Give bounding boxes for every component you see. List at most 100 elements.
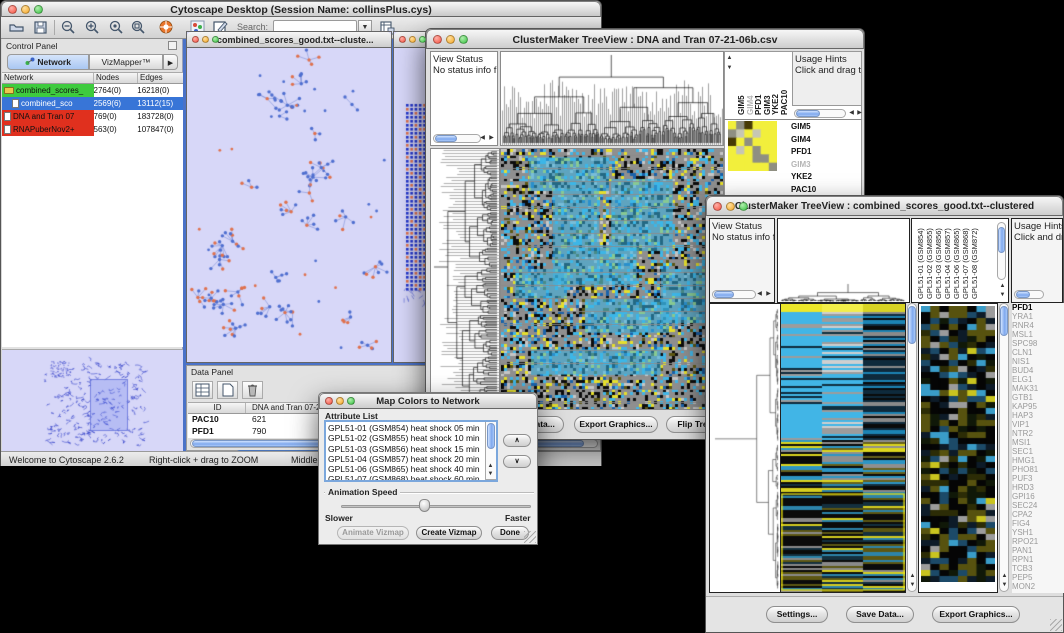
tv2-row-dendrogram-canvas[interactable] [710, 304, 780, 592]
save-data-button[interactable]: Save Data... [846, 606, 914, 623]
table-grid-icon[interactable] [192, 381, 213, 399]
close-button[interactable] [433, 35, 442, 44]
main-titlebar[interactable]: Cytoscape Desktop (Session Name: collins… [1, 1, 601, 17]
tv2-genes-vscrollbar[interactable]: ▲ ▼ [999, 303, 1009, 592]
network-list-row[interactable]: combined_sco2569(6)13112(15) [2, 97, 183, 110]
zoom-out-icon[interactable] [60, 19, 77, 36]
tv2-row-dendrogram-panel[interactable] [709, 303, 781, 593]
zoom-window-button[interactable] [212, 36, 219, 43]
network-list-row[interactable]: DNA and Tran 07769(0)183728(0) [2, 110, 183, 123]
dialog-titlebar[interactable]: Map Colors to Network [319, 393, 537, 409]
tv1-heatmap-canvas[interactable] [501, 149, 723, 409]
tv1-status-scrollbar[interactable] [433, 134, 481, 143]
col-nodes[interactable]: Nodes [94, 73, 138, 83]
scroll-right-icon[interactable]: ▶ [764, 291, 773, 298]
minimize-button[interactable] [202, 36, 209, 43]
network-view-1-canvas[interactable] [187, 48, 391, 362]
zoom-window-button[interactable] [459, 35, 468, 44]
close-button[interactable] [325, 397, 333, 405]
help-lifering-icon[interactable] [158, 19, 175, 36]
create-vizmap-button[interactable]: Create Vizmap [416, 526, 482, 540]
tv1-row-dendrogram-canvas[interactable] [431, 149, 499, 409]
scroll-left-icon[interactable]: ◀ [755, 291, 764, 298]
scroll-left-icon[interactable]: ◀ [478, 135, 487, 142]
tv2-zoom-heatmap-panel[interactable] [918, 303, 998, 593]
trash-icon[interactable] [242, 381, 263, 399]
minimize-button[interactable] [446, 35, 455, 44]
network-list-row[interactable]: RNAPuberNov2+563(0)107847(0) [2, 123, 183, 136]
tv1-heatmap-panel[interactable] [500, 148, 724, 410]
tv1-summary-matrix-canvas[interactable] [728, 121, 777, 171]
attribute-item[interactable]: GPL51-07 (GSM868) heat shock 60 min [328, 474, 483, 482]
col-id[interactable]: ID [188, 403, 246, 413]
tv1-column-dendrogram-panel[interactable] [500, 51, 724, 146]
scroll-down-icon[interactable]: ▼ [908, 582, 917, 589]
attribute-item[interactable]: GPL51-03 (GSM856) heat shock 15 min [328, 444, 483, 454]
vscroll-thumb[interactable] [487, 423, 495, 449]
speed-slider-thumb[interactable] [419, 499, 430, 512]
settings-button[interactable]: Settings... [766, 606, 828, 623]
scroll-down-icon[interactable]: ▼ [486, 471, 495, 478]
attribute-item[interactable]: GPL51-01 (GSM854) heat shock 05 min [328, 423, 483, 433]
attribute-list-vscrollbar[interactable]: ▲ ▼ [485, 422, 496, 480]
scroll-down-icon[interactable]: ▼ [1000, 582, 1009, 589]
tv2-top-dendrogram-panel[interactable] [777, 218, 910, 303]
zoom-window-button[interactable] [34, 5, 43, 14]
zoom-fit-icon[interactable] [130, 19, 147, 36]
zoom-window-button[interactable] [739, 202, 748, 211]
move-down-button[interactable]: ∨ [503, 455, 531, 468]
tab-overflow-arrow[interactable]: ▶ [163, 54, 178, 70]
minimize-button[interactable] [21, 5, 30, 14]
col-network[interactable]: Network [2, 73, 94, 83]
zoom-window-button[interactable] [347, 397, 355, 405]
resize-grip[interactable] [1050, 619, 1062, 631]
close-button[interactable] [8, 5, 17, 14]
vscroll-thumb[interactable] [1000, 306, 1008, 336]
scroll-right-icon[interactable]: ▶ [487, 135, 496, 142]
scroll-right-icon[interactable]: ▶ [855, 110, 864, 117]
close-button[interactable] [399, 36, 406, 43]
zoom-selected-icon[interactable] [108, 19, 125, 36]
vscroll-thumb[interactable] [908, 306, 916, 344]
scroll-down-icon[interactable]: ▼ [725, 65, 734, 72]
zoom-in-icon[interactable] [84, 19, 101, 36]
export-graphics-button[interactable]: Export Graphics... [932, 606, 1020, 623]
new-attribute-icon[interactable] [217, 381, 238, 399]
tv1-column-dendrogram-canvas[interactable] [501, 52, 723, 145]
scroll-up-icon[interactable]: ▲ [486, 463, 495, 470]
animate-vizmap-button[interactable]: Animate Vizmap [337, 526, 409, 540]
treeview1-titlebar[interactable]: ClusterMaker TreeView : DNA and Tran 07-… [426, 29, 864, 49]
treeview2-titlebar[interactable]: ClusterMaker TreeView : combined_scores_… [706, 196, 1063, 216]
minimize-button[interactable] [336, 397, 344, 405]
tv1-row-dendrogram-panel[interactable] [430, 148, 500, 410]
attribute-item[interactable]: GPL51-02 (GSM855) heat shock 10 min [328, 433, 483, 443]
tv1-usage-scrollbar[interactable] [794, 109, 846, 118]
scroll-down-icon[interactable]: ▼ [998, 292, 1007, 299]
tab-vizmapper[interactable]: VizMapper™ [89, 54, 163, 70]
attribute-item[interactable]: GPL51-04 (GSM857) heat shock 20 min [328, 454, 483, 464]
tv2-top-dendrogram-canvas[interactable] [780, 283, 906, 302]
birdseye-view-canvas[interactable] [4, 353, 180, 449]
tv2-usage-scrollbar[interactable] [1014, 290, 1044, 299]
attribute-item[interactable]: GPL51-06 (GSM865) heat shock 40 min [328, 464, 483, 474]
scroll-up-icon[interactable]: ▲ [725, 55, 734, 62]
minimize-button[interactable] [409, 36, 416, 43]
resize-grip[interactable] [524, 531, 536, 543]
tv2-status-scrollbar[interactable] [712, 290, 756, 299]
export-graphics-button[interactable]: Export Graphics... [574, 416, 658, 433]
minimize-button[interactable] [726, 202, 735, 211]
close-button[interactable] [713, 202, 722, 211]
network-window-1-titlebar[interactable]: combined_scores_good.txt--cluste... [187, 32, 391, 48]
save-session-icon[interactable] [32, 19, 49, 36]
scroll-up-icon[interactable]: ▲ [1000, 573, 1009, 580]
tab-network[interactable]: Network [7, 54, 89, 70]
tv2-zoom-heatmap-canvas[interactable] [921, 306, 995, 582]
zoom-window-button[interactable] [419, 36, 426, 43]
tv2-strip-vscrollbar[interactable]: ▲ ▼ [907, 303, 917, 592]
close-button[interactable] [192, 36, 199, 43]
tv2-labels-vscrollbar[interactable] [997, 222, 1006, 280]
speed-slider-track[interactable] [341, 505, 531, 508]
tv2-heatmap-strip-canvas[interactable] [781, 304, 905, 592]
col-edges[interactable]: Edges [138, 73, 183, 83]
move-up-button[interactable]: ∧ [503, 434, 531, 447]
